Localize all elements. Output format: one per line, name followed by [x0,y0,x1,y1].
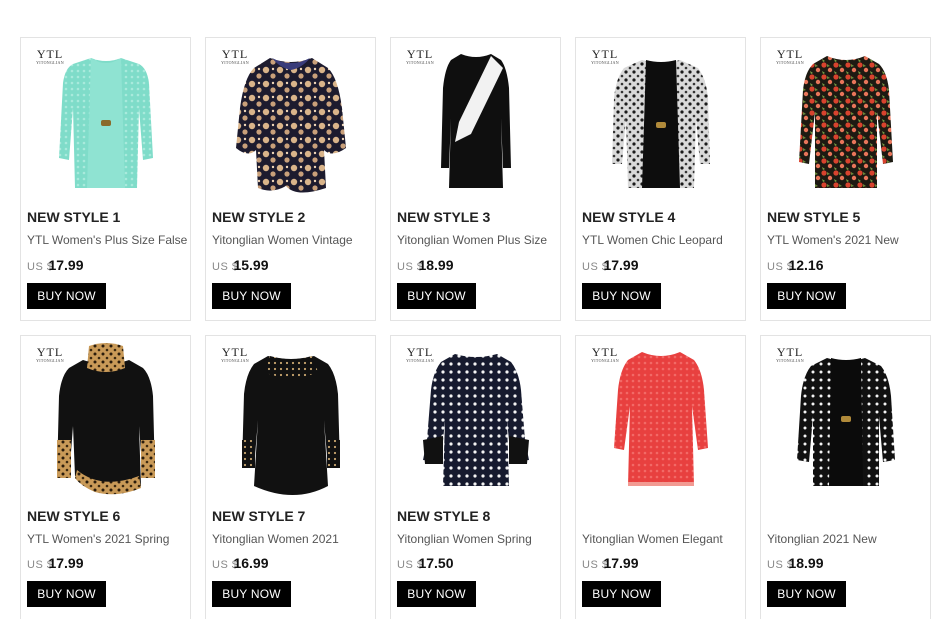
product-description[interactable]: Yitonglian Women Spring [397,532,560,546]
brand-logo: YTL YITONGLIAN [591,345,619,363]
buy-now-button[interactable]: BUY NOW [397,283,476,309]
product-title[interactable]: NEW STYLE 4 [582,209,675,225]
product-price: US $17.99 [582,257,639,273]
brand-logo: YTL YITONGLIAN [221,47,249,65]
product-card[interactable]: YTL YITONGLIAN Yitonglian 2021 New US $1… [760,335,931,619]
product-card[interactable]: YTL YITONGLIAN NEW STYLE 3 Yitonglian Wo… [390,37,561,321]
product-price: US $17.99 [27,257,84,273]
product-price: US $18.99 [767,555,824,571]
brand-logo: YTL YITONGLIAN [221,345,249,363]
product-card[interactable]: YTL YITONGLIAN NEW STYLE 5 YTL Women's 2… [760,37,931,321]
product-price: US $17.99 [582,555,639,571]
product-title[interactable]: NEW STYLE 7 [212,508,305,524]
brand-logo: YTL YITONGLIAN [36,345,64,363]
product-description[interactable]: Yitonglian Women 2021 [212,532,375,546]
product-title[interactable]: NEW STYLE 3 [397,209,490,225]
product-price: US $15.99 [212,257,269,273]
buy-now-button[interactable]: BUY NOW [212,283,291,309]
product-title[interactable]: NEW STYLE 2 [212,209,305,225]
brand-logo: YTL YITONGLIAN [406,345,434,363]
product-card[interactable]: YTL YITONGLIAN NEW STYLE 6 YTL Women's 2… [20,335,191,619]
product-card[interactable]: YTL YITONGLIAN NEW STYLE 7 Yitonglian Wo… [205,335,376,619]
brand-logo: YTL YITONGLIAN [36,47,64,65]
product-price: US $16.99 [212,555,269,571]
product-card[interactable]: YTL YITONGLIAN NEW STYLE 2 Yitonglian Wo… [205,37,376,321]
product-price: US $12.16 [767,257,824,273]
product-description[interactable]: YTL Women's 2021 Spring [27,532,190,546]
buy-now-button[interactable]: BUY NOW [27,581,106,607]
buy-now-button[interactable]: BUY NOW [767,581,846,607]
brand-logo: YTL YITONGLIAN [591,47,619,65]
buy-now-button[interactable]: BUY NOW [582,581,661,607]
buy-now-button[interactable]: BUY NOW [582,283,661,309]
product-description[interactable]: Yitonglian Women Vintage [212,233,375,247]
product-price: US $17.99 [27,555,84,571]
product-description[interactable]: YTL Women's Plus Size False [27,233,190,247]
product-price: US $18.99 [397,257,454,273]
product-card[interactable]: YTL YITONGLIAN NEW STYLE 1 YTL Women's P… [20,37,191,321]
product-price: US $17.50 [397,555,454,571]
product-title[interactable]: NEW STYLE 5 [767,209,860,225]
product-title[interactable]: NEW STYLE 6 [27,508,120,524]
buy-now-button[interactable]: BUY NOW [27,283,106,309]
brand-logo: YTL YITONGLIAN [406,47,434,65]
product-description[interactable]: YTL Women Chic Leopard [582,233,745,247]
brand-logo: YTL YITONGLIAN [776,47,804,65]
product-title[interactable]: NEW STYLE 8 [397,508,490,524]
buy-now-button[interactable]: BUY NOW [397,581,476,607]
brand-logo: YTL YITONGLIAN [776,345,804,363]
product-description[interactable]: Yitonglian Women Plus Size [397,233,560,247]
product-card[interactable]: YTL YITONGLIAN Yitonglian Women Elegant … [575,335,746,619]
product-title[interactable]: NEW STYLE 1 [27,209,120,225]
buy-now-button[interactable]: BUY NOW [767,283,846,309]
product-card[interactable]: YTL YITONGLIAN NEW STYLE 4 YTL Women Chi… [575,37,746,321]
product-description[interactable]: Yitonglian 2021 New [767,532,930,546]
product-description[interactable]: YTL Women's 2021 New [767,233,930,247]
product-card[interactable]: YTL YITONGLIAN NEW STYLE 8 Yitonglian Wo… [390,335,561,619]
product-description[interactable]: Yitonglian Women Elegant [582,532,745,546]
buy-now-button[interactable]: BUY NOW [212,581,291,607]
